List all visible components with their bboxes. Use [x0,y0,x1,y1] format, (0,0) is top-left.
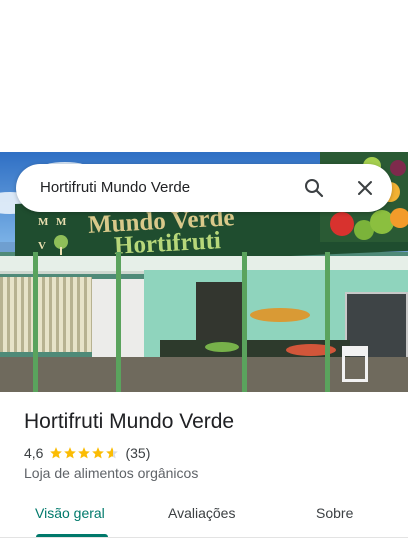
star-icon [50,447,63,459]
photo-produce [250,308,310,322]
tab-overview[interactable]: Visão geral [35,505,105,521]
search-input[interactable]: Hortifruti Mundo Verde [40,179,190,196]
place-tabs: Visão geral Avaliações Sobre [0,494,408,538]
blank-area [0,0,408,152]
photo-produce [205,342,239,352]
rating-stars [49,446,119,460]
star-icon [64,447,77,459]
photo-pole [242,252,247,392]
photo-pole [116,252,121,392]
star-icon [78,447,91,459]
rating-value: 4,6 [24,445,44,461]
photo-chair [342,346,368,382]
place-category: Loja de alimentos orgânicos [24,465,199,481]
photo-pole [33,252,38,392]
photo-pole [325,252,330,392]
store-logo: M M V [34,212,76,260]
rating-row[interactable]: 4,6 (35) [24,445,150,461]
close-icon[interactable] [353,176,377,200]
photo-gate [0,277,92,352]
place-title: Hortifruti Mundo Verde [24,410,235,433]
tabs-divider [0,537,408,538]
star-half-icon [106,447,119,459]
review-count[interactable]: (35) [125,445,150,461]
tab-reviews[interactable]: Avaliações [168,505,235,521]
tab-about[interactable]: Sobre [316,505,353,521]
search-bar[interactable]: Hortifruti Mundo Verde [16,164,392,212]
search-icon[interactable] [302,176,326,200]
star-icon [92,447,105,459]
